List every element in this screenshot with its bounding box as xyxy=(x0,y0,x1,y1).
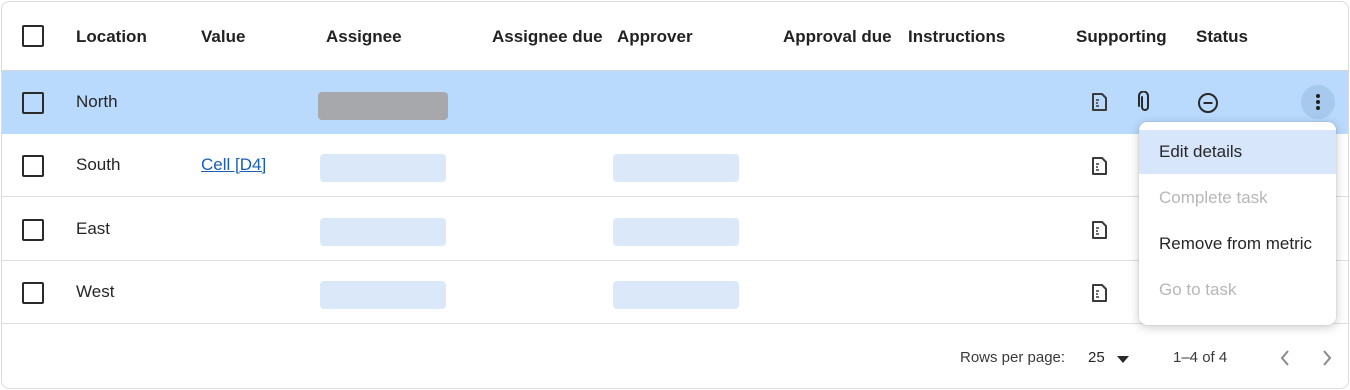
pagination-bar: Rows per page: 25 1–4 of 4 xyxy=(2,325,1348,388)
chevron-left-icon[interactable] xyxy=(1278,350,1292,366)
column-header-approver[interactable]: Approver xyxy=(617,27,693,47)
column-header-supporting[interactable]: Supporting xyxy=(1076,27,1167,47)
assignee-placeholder xyxy=(320,281,446,309)
rows-per-page-value: 25 xyxy=(1088,349,1105,366)
chevron-right-icon[interactable] xyxy=(1320,350,1334,366)
table-header: Location Value Assignee Assignee due App… xyxy=(2,2,1348,71)
assignee-placeholder xyxy=(318,92,448,120)
row-checkbox[interactable] xyxy=(22,219,44,241)
column-header-location[interactable]: Location xyxy=(76,27,147,47)
row-checkbox[interactable] xyxy=(22,92,44,114)
column-header-assignee[interactable]: Assignee xyxy=(326,27,402,47)
pagination-range: 1–4 of 4 xyxy=(1173,349,1228,366)
row-actions-menu: Edit details Complete task Remove from m… xyxy=(1139,122,1336,325)
select-all-checkbox[interactable] xyxy=(22,25,44,47)
approver-placeholder xyxy=(613,154,739,182)
column-header-instructions[interactable]: Instructions xyxy=(908,27,1005,47)
row-checkbox[interactable] xyxy=(22,282,44,304)
document-icon[interactable] xyxy=(1089,92,1109,112)
document-icon[interactable] xyxy=(1089,220,1109,240)
menu-item-edit-details[interactable]: Edit details xyxy=(1139,130,1336,174)
menu-item-go-to-task[interactable]: Go to task xyxy=(1139,268,1336,312)
approver-placeholder xyxy=(613,281,739,309)
minus-circle-icon xyxy=(1197,92,1219,114)
row-checkbox[interactable] xyxy=(22,155,44,177)
column-header-value[interactable]: Value xyxy=(201,27,245,47)
rows-per-page-select[interactable]: 25 xyxy=(1088,349,1129,367)
column-header-assignee-due[interactable]: Assignee due xyxy=(492,27,603,47)
document-icon[interactable] xyxy=(1089,156,1109,176)
location-cell: West xyxy=(76,282,115,301)
assignee-placeholder xyxy=(320,154,446,182)
location-cell: South xyxy=(76,155,121,174)
location-cell: East xyxy=(76,219,111,238)
approver-placeholder xyxy=(613,218,739,246)
assignee-placeholder xyxy=(320,218,446,246)
document-icon[interactable] xyxy=(1089,283,1109,303)
column-header-status[interactable]: Status xyxy=(1196,27,1248,47)
column-header-approval-due[interactable]: Approval due xyxy=(783,27,892,47)
menu-item-remove-from-metric[interactable]: Remove from metric xyxy=(1139,222,1336,266)
paperclip-icon[interactable] xyxy=(1135,91,1155,113)
menu-item-complete-task[interactable]: Complete task xyxy=(1139,176,1336,220)
more-vert-icon[interactable] xyxy=(1301,85,1335,119)
arrow-drop-down-icon xyxy=(1116,350,1129,367)
rows-per-page-label: Rows per page: xyxy=(960,349,1066,366)
location-cell: North xyxy=(76,92,118,111)
value-link[interactable]: Cell [D4] xyxy=(201,155,266,175)
